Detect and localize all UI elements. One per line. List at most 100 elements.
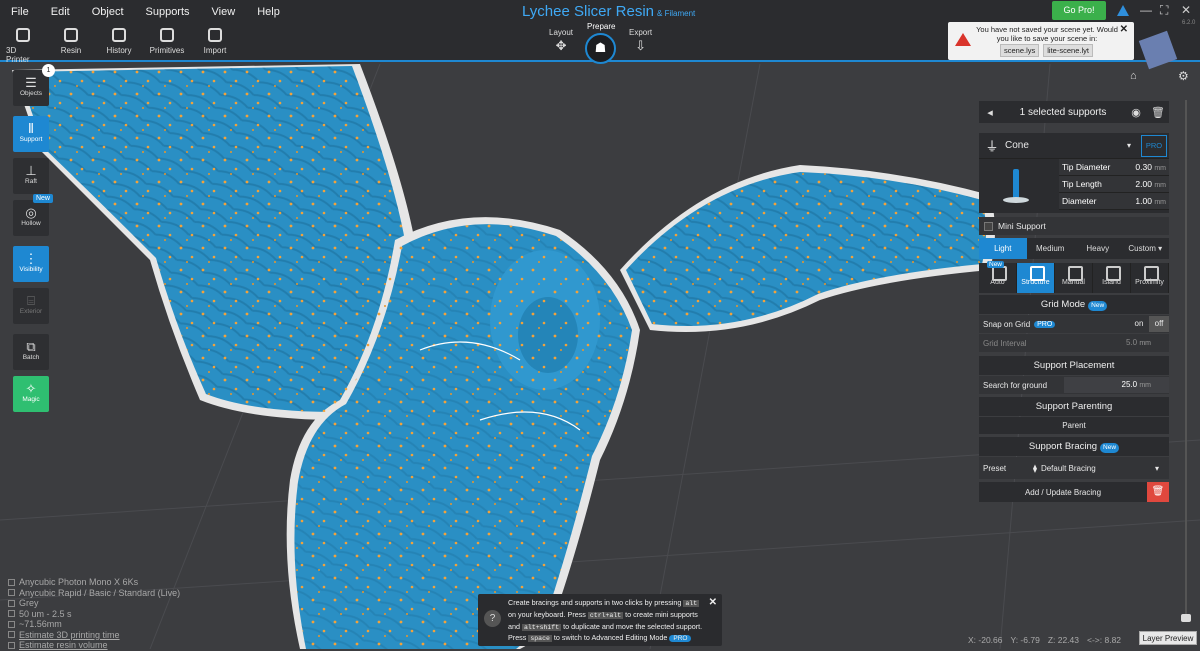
batch-button[interactable]: ⧉ Batch: [13, 334, 49, 370]
mode-island-label: Island: [1102, 279, 1121, 286]
support-button[interactable]: ⫴ Support: [13, 116, 49, 152]
home-icon[interactable]: ⌂: [1130, 70, 1137, 82]
support-type-select[interactable]: ⏚ Cone ▾ PRO: [979, 133, 1169, 159]
layer-preview-button[interactable]: Layer Preview: [1139, 631, 1197, 645]
pro-button[interactable]: PRO: [1141, 134, 1167, 157]
bracing-new-badge: New: [1100, 443, 1120, 453]
raft-label: Raft: [25, 178, 37, 185]
close-notification-icon[interactable]: ✕: [1120, 24, 1128, 35]
save-lys-button[interactable]: scene.lys: [1000, 44, 1040, 57]
mode-prepare-button[interactable]: ☗: [585, 33, 616, 64]
add-update-bracing-button[interactable]: Add / Update Bracing: [979, 488, 1147, 497]
parent-button[interactable]: Parent: [979, 417, 1169, 434]
app-title: Lychee Slicer Resin & Filament: [522, 3, 695, 20]
snap-off[interactable]: off: [1149, 316, 1169, 332]
hollow-button[interactable]: ◎ Hollow New: [13, 194, 53, 236]
batch-icon: ⧉: [26, 339, 36, 354]
mode-prepare-label: Prepare: [587, 22, 616, 31]
snap-on[interactable]: on: [1129, 316, 1149, 332]
grid-interval-input[interactable]: 5.0 mm: [1064, 335, 1169, 351]
mini-support-toggle[interactable]: Mini Support: [979, 217, 1169, 235]
left-sidebar: ☰ Objects 1 ⫴ Support ⊥ Raft ◎ Hollow New ⋮ Vis…: [13, 64, 55, 418]
save-notification: You have not saved your scene yet. Would…: [948, 22, 1134, 60]
mode-export[interactable]: Export ⇩: [629, 28, 652, 54]
primitives-button[interactable]: Primitives: [150, 28, 184, 64]
prepare-icon: ☗: [594, 40, 607, 55]
menu-file[interactable]: File: [8, 5, 32, 19]
mode-layout[interactable]: Layout ✥: [549, 28, 573, 54]
menu-edit[interactable]: Edit: [48, 5, 73, 19]
mode-manual[interactable]: Manual: [1055, 263, 1093, 293]
layer-slider-handle[interactable]: [1181, 614, 1191, 622]
estimate-time-link[interactable]: Estimate 3D printing time: [19, 630, 120, 641]
tip-diameter-label: Tip Diameter: [1062, 162, 1111, 172]
mode-auto-label: Auto: [990, 279, 1005, 286]
search-ground-input[interactable]: 25.0 mm: [1064, 377, 1169, 393]
magic-label: Magic: [22, 396, 40, 403]
menu-bar: File Edit Object Supports View Help: [8, 5, 283, 19]
minimize-icon[interactable]: —: [1140, 3, 1152, 17]
coord-z: Z: 22.43: [1047, 635, 1079, 645]
hide-icon[interactable]: ◉: [1125, 106, 1147, 119]
search-ground-unit: mm: [1139, 382, 1151, 389]
objects-label: Objects: [19, 90, 43, 97]
tip-length-value: 2.00: [1135, 179, 1152, 189]
collapse-icon[interactable]: ◂: [979, 106, 1001, 119]
support-label: Support: [19, 136, 43, 143]
raft-button[interactable]: ⊥ Raft: [13, 158, 49, 194]
menu-supports[interactable]: Supports: [143, 5, 193, 19]
menu-help[interactable]: Help: [254, 5, 283, 19]
magic-button[interactable]: ✧ Magic: [13, 376, 49, 412]
preset-label: Preset: [983, 463, 1007, 473]
selected-supports-bar: ◂ 1 selected supports ◉ 🗑: [979, 101, 1169, 123]
mode-structure[interactable]: Structure: [1017, 263, 1055, 293]
trash-icon[interactable]: 🗑: [1147, 482, 1169, 502]
delete-icon[interactable]: 🗑: [1147, 106, 1169, 119]
mini-support-checkbox[interactable]: [984, 221, 993, 231]
save-lyt-button[interactable]: lite-scene.lyt: [1043, 44, 1093, 57]
close-tip-icon[interactable]: ✕: [709, 597, 717, 608]
close-window-icon[interactable]: ✕: [1181, 3, 1191, 17]
printer-button[interactable]: 3D Printer: [6, 28, 40, 64]
gear-icon[interactable]: ⚙: [1178, 69, 1189, 83]
snap-on-grid-row: Snap on Grid PRO on off: [979, 315, 1169, 333]
mode-manual-label: Manual: [1062, 279, 1085, 286]
density-custom[interactable]: Custom ▾: [1122, 238, 1170, 259]
density-heavy[interactable]: Heavy: [1074, 238, 1122, 259]
objects-button[interactable]: ☰ Objects 1: [13, 64, 55, 106]
import-button[interactable]: Import: [198, 28, 232, 64]
key-ctrl-alt: ctrl+alt: [587, 611, 624, 619]
mode-proximity[interactable]: Proximity: [1131, 263, 1169, 293]
menu-object[interactable]: Object: [89, 5, 127, 19]
visibility-label: Visibility: [19, 266, 43, 273]
grid-mode-title: Grid Mode: [1040, 299, 1086, 310]
tip-text-5: to switch to Advanced Editing Mode: [553, 633, 668, 643]
diameter-field[interactable]: Diameter 1.00 mm: [1059, 193, 1169, 210]
tip-text: Create bracings and supports in two clic…: [508, 598, 708, 645]
mode-auto[interactable]: New Auto: [979, 261, 1017, 293]
tip-diameter-field[interactable]: Tip Diameter 0.30 mm: [1059, 159, 1169, 176]
mode-island[interactable]: Island: [1093, 263, 1131, 293]
resin-button[interactable]: Resin: [54, 28, 88, 64]
density-medium[interactable]: Medium: [1027, 238, 1075, 259]
visibility-button[interactable]: ⋮ Visibility: [13, 246, 49, 282]
grid-mode-header: Grid Mode New: [979, 295, 1169, 314]
layer-slider[interactable]: [1185, 100, 1187, 620]
alert-icon[interactable]: [1117, 5, 1129, 16]
diameter-value: 1.00: [1135, 196, 1152, 206]
mode-structure-label: Structure: [1021, 279, 1050, 286]
support-mode-selector: New Auto Structure Manual Island Proximit…: [979, 261, 1169, 293]
exterior-button[interactable]: ⌸ Exterior: [13, 288, 49, 324]
support-placement-header: Support Placement: [979, 356, 1169, 375]
snap-toggle[interactable]: on off: [1129, 316, 1169, 332]
go-pro-button[interactable]: Go Pro!: [1052, 1, 1106, 20]
support-preview: [979, 159, 1059, 213]
history-label: History: [106, 46, 132, 55]
menu-view[interactable]: View: [209, 5, 239, 19]
chevron-down-icon: ▾: [1127, 141, 1132, 150]
density-light[interactable]: Light: [979, 238, 1027, 259]
maximize-icon[interactable]: ⛶: [1160, 3, 1168, 18]
tip-length-field[interactable]: Tip Length 2.00 mm: [1059, 176, 1169, 193]
preset-select[interactable]: Default Bracing: [1037, 464, 1155, 473]
history-button[interactable]: History: [102, 28, 136, 64]
